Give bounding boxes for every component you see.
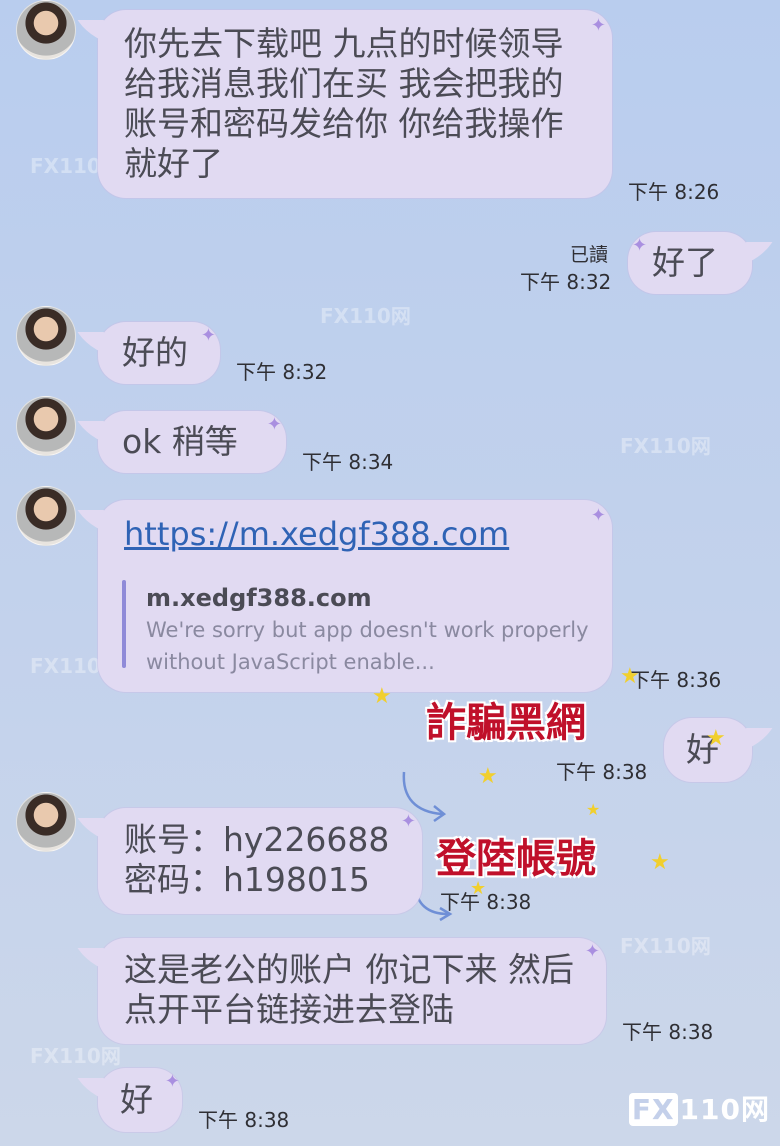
annotation-label: 詐騙黑網	[426, 700, 586, 746]
message-bubble[interactable]: 你先去下载吧 九点的时候领导给我消息我们在买 我会把我的账号和密码发给你 你给我…	[98, 10, 612, 198]
password-line: 密码：h198015	[124, 860, 370, 899]
star-icon: ★	[478, 764, 498, 789]
message-time: 下午 8:38	[622, 1020, 714, 1044]
message-text: 你先去下载吧 九点的时候领导给我消息我们在买 我会把我的账号和密码发给你 你给我…	[124, 24, 564, 183]
message-bubble[interactable]: ok 稍等 ✦	[98, 411, 286, 473]
brand-logo-text: 110网	[679, 1093, 770, 1126]
message-text: 好了	[652, 243, 718, 282]
message-bubble[interactable]: 账号：hy226688 密码：h198015 ✦	[98, 808, 422, 914]
message-bubble[interactable]: 好了 ✦	[628, 232, 752, 294]
message-bubble[interactable]: 好的 ✦	[98, 322, 220, 384]
message-time: 下午 8:32	[236, 360, 328, 384]
contact-avatar[interactable]	[16, 306, 76, 366]
star-icon: ★	[650, 850, 670, 875]
brand-watermark: FX 110网	[628, 1088, 770, 1128]
account-line: 账号：hy226688	[124, 820, 390, 859]
read-status: 已讀	[570, 244, 609, 266]
message-time: 下午 8:38	[556, 760, 648, 784]
message-time: 下午 8:36	[630, 668, 722, 692]
sparkle-icon: ✦	[400, 811, 416, 832]
message-time: 下午 8:38	[440, 890, 532, 914]
message-text: ok 稍等	[122, 422, 238, 461]
sparkle-icon: ✦	[584, 941, 600, 962]
link-preview-description: We're sorry but app doesn't work properl…	[146, 618, 589, 674]
contact-avatar[interactable]	[16, 792, 76, 852]
sparkle-icon: ✦	[590, 15, 606, 36]
watermark: FX110网	[620, 434, 711, 458]
message-time: 下午 8:26	[628, 180, 720, 204]
sparkle-icon: ✦	[632, 235, 648, 256]
star-icon: ★	[706, 726, 726, 751]
sparkle-icon: ✦	[164, 1071, 180, 1092]
message-text: 好的	[122, 333, 188, 372]
contact-avatar[interactable]	[16, 0, 76, 60]
star-icon: ★	[586, 800, 601, 819]
sparkle-icon: ✦	[590, 505, 606, 526]
message-bubble[interactable]: 好 ✦	[98, 1068, 182, 1132]
message-time: 下午 8:34	[302, 450, 394, 474]
link-preview-domain: m.xedgf388.com	[146, 584, 372, 612]
message-time: 下午 8:32	[520, 270, 612, 294]
star-icon: ★	[372, 684, 392, 709]
brand-logo-box: FX	[628, 1093, 678, 1126]
watermark: FX110网	[320, 304, 411, 328]
contact-avatar[interactable]	[16, 486, 76, 546]
watermark: FX110网	[30, 1044, 121, 1068]
message-text: 好	[120, 1080, 153, 1119]
message-text: 这是老公的账户 你记下来 然后点开平台链接进去登陆	[124, 950, 574, 1029]
message-link[interactable]: https://m.xedgf388.com	[124, 515, 509, 553]
link-message-bubble[interactable]: https://m.xedgf388.com m.xedgf388.com We…	[98, 500, 612, 692]
sparkle-icon: ✦	[200, 325, 216, 346]
star-icon: ★	[620, 664, 640, 689]
message-bubble[interactable]: 这是老公的账户 你记下来 然后点开平台链接进去登陆 ✦	[98, 938, 606, 1044]
message-time: 下午 8:38	[198, 1108, 290, 1132]
annotation-label: 登陸帳號	[436, 836, 596, 882]
sparkle-icon: ✦	[266, 414, 282, 435]
contact-avatar[interactable]	[16, 396, 76, 456]
link-preview-bar	[122, 580, 126, 668]
watermark: FX110网	[620, 934, 711, 958]
